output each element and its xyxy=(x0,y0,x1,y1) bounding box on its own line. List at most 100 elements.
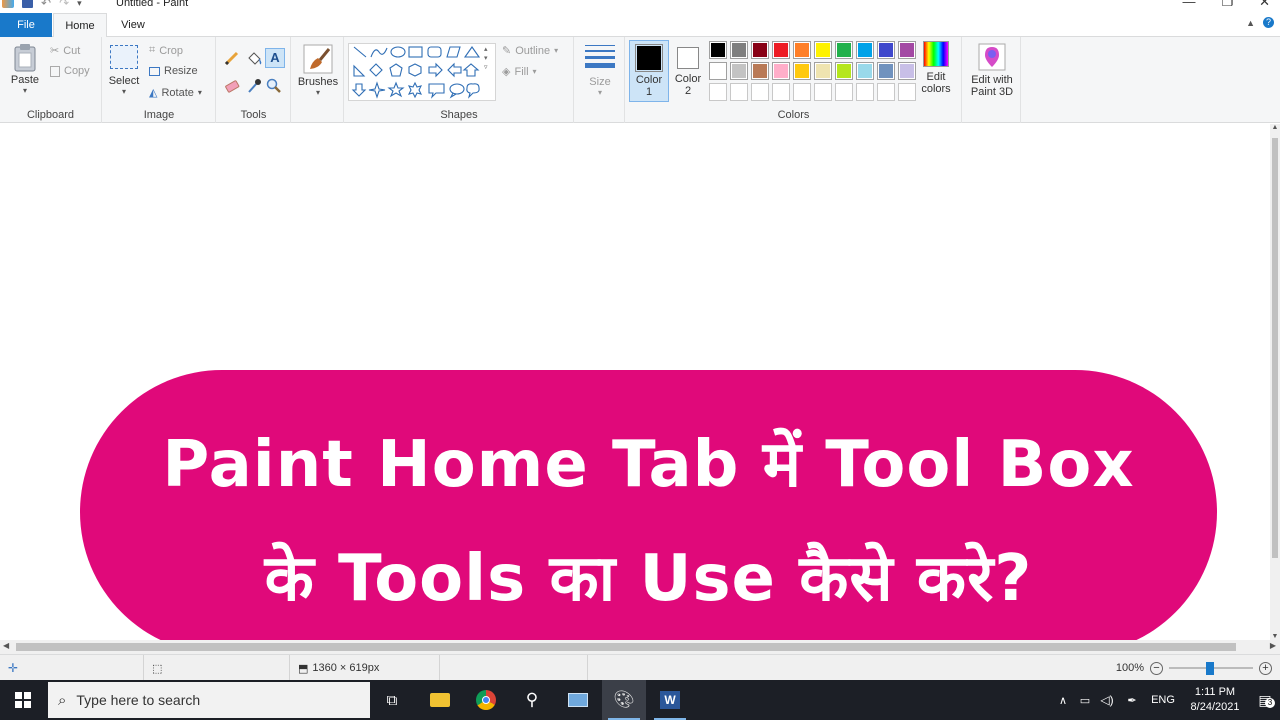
zoom-slider[interactable] xyxy=(1169,662,1253,675)
color2-button[interactable]: Color 2 xyxy=(670,40,706,102)
tab-file[interactable]: File xyxy=(0,13,52,37)
palette-swatch[interactable] xyxy=(730,41,748,59)
clock[interactable]: 1:11 PM 8/24/2021 xyxy=(1180,685,1250,715)
brushes-button[interactable]: Brushes ▾ xyxy=(295,43,341,97)
minimize-button[interactable]: — xyxy=(1182,0,1195,10)
size-group: Size ▾ xyxy=(575,37,625,123)
close-button[interactable]: ✕ xyxy=(1259,0,1270,10)
notification-count: 3 xyxy=(1265,697,1275,708)
file-explorer-button[interactable] xyxy=(418,680,462,720)
palette-swatch[interactable] xyxy=(772,41,790,59)
palette-swatch[interactable] xyxy=(772,83,790,101)
fill-button[interactable]: ◈ Fill ▾ xyxy=(502,65,537,79)
pen-icon[interactable]: ✒ xyxy=(1118,694,1146,707)
taskbar-search-box[interactable]: ⌕ Type here to search xyxy=(48,682,370,718)
palette-swatch[interactable] xyxy=(709,62,727,80)
volume-icon[interactable]: ◁) xyxy=(1096,693,1118,707)
zoom-level: 100% xyxy=(1115,662,1144,674)
save-icon[interactable] xyxy=(22,0,33,8)
cut-button[interactable]: ✂ Cut xyxy=(50,44,80,58)
zoom-out-button[interactable]: − xyxy=(1150,661,1163,675)
word-taskbar-button[interactable]: W xyxy=(648,680,692,720)
horizontal-scrollbar[interactable]: ◀ ▶ xyxy=(0,640,1280,654)
color1-button[interactable]: Color 1 xyxy=(629,40,669,102)
text-tool-icon[interactable]: A xyxy=(265,48,285,68)
undo-icon[interactable]: ↶ xyxy=(41,0,51,10)
palette-swatch[interactable] xyxy=(751,41,769,59)
palette-swatch[interactable] xyxy=(814,83,832,101)
paint-taskbar-button[interactable]: 🎨︎ xyxy=(602,680,646,720)
palette-swatch[interactable] xyxy=(793,41,811,59)
palette-swatch[interactable] xyxy=(856,83,874,101)
palette-swatch[interactable] xyxy=(856,41,874,59)
magnifier-icon[interactable] xyxy=(265,77,283,95)
vertical-scrollbar[interactable]: ▲ ▼ xyxy=(1270,124,1280,640)
rotate-button[interactable]: ◭ Rotate ▾ xyxy=(149,86,202,100)
palette-swatch[interactable] xyxy=(793,62,811,80)
tab-home[interactable]: Home xyxy=(53,13,107,38)
paste-button[interactable]: Paste ▾ xyxy=(6,43,44,95)
network-app-button[interactable] xyxy=(556,680,600,720)
eraser-icon[interactable] xyxy=(223,77,241,95)
color-picker-icon[interactable] xyxy=(245,77,263,95)
palette-swatch[interactable] xyxy=(898,41,916,59)
palette-swatch[interactable] xyxy=(835,62,853,80)
palette-swatch[interactable] xyxy=(856,62,874,80)
vertical-scroll-thumb[interactable] xyxy=(1272,138,1278,558)
collapse-ribbon-icon[interactable]: ▲ xyxy=(1246,18,1255,28)
language-indicator[interactable]: ENG xyxy=(1146,694,1180,706)
shapes-gallery[interactable] xyxy=(348,43,496,101)
show-hidden-icons[interactable]: ∧ xyxy=(1052,694,1074,707)
outline-label: Outline xyxy=(515,44,551,57)
zoom-slider-thumb[interactable] xyxy=(1206,662,1214,675)
zoom-in-button[interactable]: + xyxy=(1259,661,1272,675)
restore-button[interactable]: ❐ xyxy=(1221,0,1233,10)
palette-swatch[interactable] xyxy=(709,41,727,59)
palette-swatch[interactable] xyxy=(898,83,916,101)
palette-swatch[interactable] xyxy=(751,62,769,80)
palette-swatch[interactable] xyxy=(814,41,832,59)
crop-label: Crop xyxy=(159,44,184,57)
palette-swatch[interactable] xyxy=(793,83,811,101)
palette-swatch[interactable] xyxy=(835,83,853,101)
network-icon[interactable]: ▭ xyxy=(1074,694,1096,707)
notifications-button[interactable]: ▤ 3 xyxy=(1250,692,1280,709)
edit-with-paint3d-button[interactable]: Edit with Paint 3D xyxy=(966,43,1018,98)
maps-button[interactable]: ⚲ xyxy=(510,680,554,720)
size-button[interactable]: Size ▾ xyxy=(581,45,619,97)
pencil-icon[interactable] xyxy=(223,49,241,67)
palette-swatch[interactable] xyxy=(898,62,916,80)
crop-button[interactable]: ⌗ Crop xyxy=(149,44,183,57)
chrome-button[interactable] xyxy=(464,680,508,720)
horizontal-scroll-thumb[interactable] xyxy=(16,643,1236,651)
resize-button[interactable]: Resize xyxy=(149,65,198,77)
palette-swatch[interactable] xyxy=(730,62,748,80)
palette-swatch[interactable] xyxy=(772,62,790,80)
scissors-icon: ✂ xyxy=(50,45,60,57)
palette-swatch[interactable] xyxy=(877,41,895,59)
paint3d-label-1: Edit with xyxy=(971,74,1013,86)
select-button[interactable]: Select ▾ xyxy=(107,45,141,96)
palette-swatch[interactable] xyxy=(877,83,895,101)
tab-view[interactable]: View xyxy=(108,13,158,37)
edit-colors-button[interactable]: Edit colors xyxy=(916,41,956,95)
shapes-scroll[interactable]: ▴ ▾ ▿ xyxy=(484,45,488,72)
paint3d-icon xyxy=(978,43,1006,71)
canvas-workspace[interactable]: Paint Home Tab में Tool Box के Tools का … xyxy=(0,124,1280,654)
palette-swatch[interactable] xyxy=(709,83,727,101)
palette-swatch[interactable] xyxy=(751,83,769,101)
fill-bucket-icon[interactable] xyxy=(245,49,263,67)
palette-swatch[interactable] xyxy=(835,41,853,59)
palette-swatch[interactable] xyxy=(730,83,748,101)
palette-swatch[interactable] xyxy=(877,62,895,80)
palette-swatch[interactable] xyxy=(814,62,832,80)
color2-swatch xyxy=(677,47,699,69)
customize-qat-icon[interactable]: ▾ xyxy=(77,0,82,9)
help-icon[interactable]: ? xyxy=(1263,17,1274,28)
outline-button[interactable]: ✎ Outline ▾ xyxy=(502,44,558,58)
outline-pen-icon: ✎ xyxy=(502,45,512,57)
copy-button[interactable]: Copy xyxy=(50,65,90,77)
start-button[interactable] xyxy=(0,680,46,720)
redo-icon[interactable]: ↷ xyxy=(59,0,69,10)
task-view-button[interactable]: ⧉ xyxy=(370,680,414,720)
